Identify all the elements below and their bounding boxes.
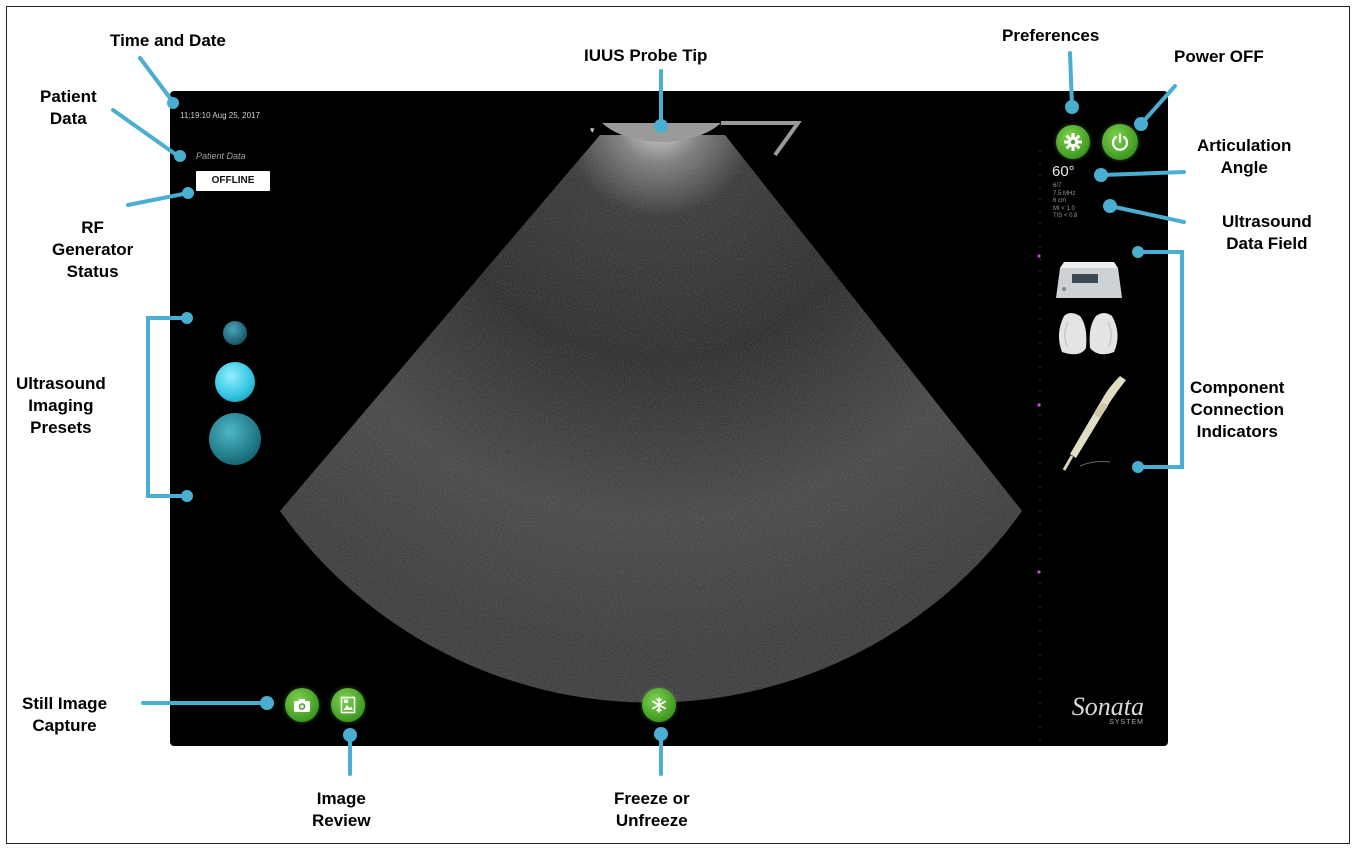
component-indicators [1056, 262, 1126, 471]
image-icon [340, 696, 356, 714]
callout-articulation: Articulation Angle [1197, 136, 1292, 177]
power-off-button[interactable] [1102, 124, 1138, 160]
callout-still-capture: Still Image Capture [22, 694, 108, 735]
callout-ultrasound-data: Ultrasound Data Field [1222, 212, 1312, 253]
callout-image-review: Image Review [312, 789, 371, 830]
callout-rf-generator: RF Generator Status [52, 218, 134, 281]
articulation-angle: 60° [1052, 163, 1075, 180]
sonata-screen: ▾ 11:19:10 Aug 25, 2017 Patient Data OFF… [170, 91, 1168, 746]
callout-freeze: Freeze or Unfreeze [614, 789, 690, 830]
svg-text:▾: ▾ [590, 125, 595, 135]
preferences-button[interactable] [1056, 125, 1090, 159]
callout-time-date: Time and Date [110, 31, 226, 50]
gear-icon [1064, 133, 1082, 151]
still-image-capture-button[interactable] [285, 688, 319, 722]
preset-large-button[interactable] [209, 413, 261, 465]
callout-component: Component Connection Indicators [1190, 378, 1285, 441]
probe-handpiece-indicator [1062, 376, 1126, 471]
power-icon [1111, 133, 1129, 151]
freeze-button[interactable] [642, 688, 676, 722]
preset-medium-button[interactable] [215, 362, 255, 402]
ultrasound-data-field: 6/7 7.5 MHz 6 cm MI < 1.0 TIS < 0.8 [1053, 183, 1078, 219]
callout-preferences: Preferences [1002, 26, 1100, 45]
patient-data-label[interactable]: Patient Data [196, 151, 246, 161]
handpiece-connector-indicator [1058, 313, 1118, 355]
callout-probe-tip: IUUS Probe Tip [584, 46, 708, 65]
snowflake-icon [652, 697, 666, 713]
generator-indicator [1056, 262, 1122, 298]
time-date-display: 11:19:10 Aug 25, 2017 [180, 111, 260, 120]
callout-power-off: Power OFF [1174, 47, 1264, 66]
preset-small-button[interactable] [223, 321, 247, 345]
image-review-button[interactable] [331, 688, 365, 722]
sonata-logo: Sonata SYSTEM [1071, 692, 1144, 727]
callout-patient-data: Patient Data [40, 87, 97, 128]
rf-generator-status: OFFLINE [196, 171, 270, 191]
camera-icon [294, 699, 310, 712]
ultrasound-image: ▾ [280, 121, 1041, 741]
callout-imaging-presets: Ultrasound Imaging Presets [16, 374, 106, 437]
